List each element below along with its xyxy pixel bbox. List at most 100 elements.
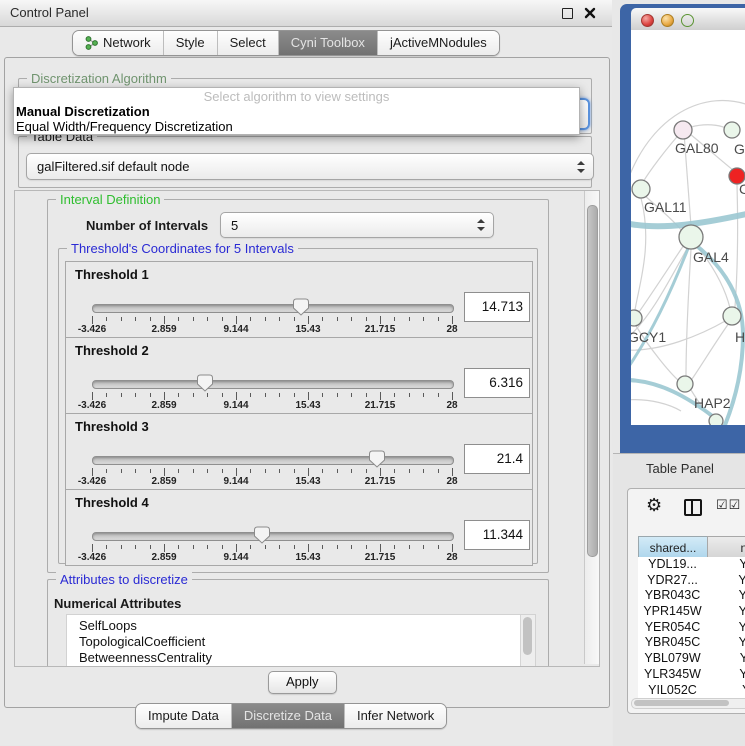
number-of-intervals-label: Number of Intervals bbox=[86, 218, 208, 233]
node-label: GAL4 bbox=[693, 249, 729, 265]
tab-label: Infer Network bbox=[357, 708, 434, 723]
bottom-tabs: Impute Data Discretize Data Infer Networ… bbox=[135, 703, 447, 729]
threshold-4-panel: Threshold 4 -3.4262.8599.14415.4321.7152… bbox=[65, 489, 533, 566]
table-row[interactable]: YBR043CYBR0 bbox=[638, 588, 745, 604]
slider-handle[interactable] bbox=[293, 298, 309, 316]
threshold-label: Threshold 4 bbox=[75, 495, 149, 510]
table-row[interactable]: YIL052CYIL0 bbox=[638, 683, 745, 699]
tab-select[interactable]: Select bbox=[218, 31, 279, 55]
tab-network[interactable]: Network bbox=[73, 31, 164, 55]
tab-style[interactable]: Style bbox=[164, 31, 218, 55]
network-icon bbox=[85, 36, 98, 50]
table-body: YDL19...YDL1YDR27...YDR2YBR043CYBR0YPR14… bbox=[638, 557, 745, 698]
panel-title: Control Panel bbox=[10, 5, 89, 20]
tab-label: Discretize Data bbox=[244, 708, 332, 723]
thresholds-group: Threshold's Coordinates for 5 Intervals … bbox=[58, 248, 538, 564]
network-node[interactable] bbox=[631, 310, 642, 326]
horizontal-scrollbar[interactable] bbox=[631, 698, 745, 709]
threshold-slider-track[interactable] bbox=[92, 532, 454, 541]
tab-jactivemnodules[interactable]: jActiveMNodules bbox=[378, 31, 499, 55]
vertical-scrollbar[interactable] bbox=[584, 191, 599, 664]
number-of-intervals-combobox[interactable]: 5 bbox=[220, 212, 494, 238]
slider-tick-labels: -3.4262.8599.14415.4321.71528 bbox=[92, 324, 452, 335]
node-label: C bbox=[739, 181, 745, 197]
threshold-value-field[interactable]: 6.316 bbox=[464, 368, 530, 398]
threshold-1-panel: Threshold 1 -3.4262.8599.14415.4321.7152… bbox=[65, 261, 533, 338]
minimize-traffic-light[interactable] bbox=[661, 14, 674, 27]
slider-handle[interactable] bbox=[369, 450, 385, 468]
table-row[interactable]: YBL079WYBL0 bbox=[638, 651, 745, 667]
tab-impute-data[interactable]: Impute Data bbox=[136, 704, 232, 728]
dropdown-option-equal-width[interactable]: Equal Width/Frequency Discretization bbox=[14, 119, 579, 134]
column-header-name[interactable]: name bbox=[707, 536, 745, 559]
threshold-label: Threshold 2 bbox=[75, 343, 149, 358]
tab-label: Impute Data bbox=[148, 708, 219, 723]
table-row[interactable]: YPR145WYPR1 bbox=[638, 604, 745, 620]
table-data-combobox[interactable]: galFiltered.sif default node bbox=[26, 153, 594, 180]
threshold-value-field[interactable]: 21.4 bbox=[464, 444, 530, 474]
list-scrollbar[interactable] bbox=[520, 615, 535, 667]
table-row[interactable]: YLR345WYLR3 bbox=[638, 667, 745, 683]
node-label: H bbox=[735, 329, 745, 345]
threshold-slider-track[interactable] bbox=[92, 456, 454, 465]
tab-infer-network[interactable]: Infer Network bbox=[345, 704, 446, 728]
node-label: HAP2 bbox=[694, 395, 731, 411]
algorithm-dropdown-popup: Select algorithm to view settings Manual… bbox=[13, 87, 580, 135]
list-item[interactable]: BetweennessCentrality bbox=[67, 650, 535, 666]
numerical-attributes-label: Numerical Attributes bbox=[54, 596, 181, 611]
network-node[interactable] bbox=[709, 414, 723, 425]
close-traffic-light[interactable] bbox=[641, 14, 654, 27]
float-window-icon[interactable] bbox=[562, 8, 573, 19]
split-table-icon[interactable] bbox=[684, 499, 702, 516]
network-node[interactable] bbox=[723, 307, 741, 325]
combo-arrows-icon bbox=[577, 161, 585, 173]
table-panel: ⚙ ☑☑ shared... name YDL19...YDL1YDR27...… bbox=[627, 488, 745, 714]
tab-label: Style bbox=[176, 35, 205, 50]
table-row[interactable]: YDL19...YDL1 bbox=[638, 557, 745, 573]
network-node[interactable] bbox=[724, 122, 740, 138]
tab-label: Select bbox=[230, 35, 266, 50]
slider-handle[interactable] bbox=[197, 374, 213, 392]
group-title: Discretization Algorithm bbox=[27, 71, 171, 86]
node-label: GAL11 bbox=[644, 199, 687, 215]
gear-icon[interactable]: ⚙ bbox=[646, 495, 662, 515]
numerical-attributes-list: SelfLoops TopologicalCoefficient Between… bbox=[66, 614, 536, 667]
apply-button[interactable]: Apply bbox=[268, 671, 337, 694]
threshold-slider-track[interactable] bbox=[92, 304, 454, 313]
table-row[interactable]: YDR27...YDR2 bbox=[638, 573, 745, 589]
checkbox-icons[interactable]: ☑☑ bbox=[716, 497, 741, 513]
tab-label: Cyni Toolbox bbox=[291, 35, 365, 50]
threshold-value-field[interactable]: 11.344 bbox=[464, 520, 530, 550]
tab-label: Network bbox=[103, 35, 151, 50]
slider-tick-labels: -3.4262.8599.14415.4321.71528 bbox=[92, 400, 452, 411]
network-node[interactable] bbox=[674, 121, 692, 139]
threshold-label: Threshold 3 bbox=[75, 419, 149, 434]
table-panel-title: Table Panel bbox=[646, 461, 714, 476]
threshold-slider-track[interactable] bbox=[92, 380, 454, 389]
list-item[interactable]: SelfLoops bbox=[67, 618, 535, 634]
interval-definition-group: Interval Definition Number of Intervals … bbox=[47, 199, 549, 573]
column-header-shared-name[interactable]: shared... bbox=[638, 536, 708, 559]
network-node[interactable] bbox=[679, 225, 703, 249]
network-node[interactable] bbox=[677, 376, 693, 392]
tab-discretize-data[interactable]: Discretize Data bbox=[232, 704, 345, 728]
group-title: Interval Definition bbox=[56, 192, 164, 207]
zoom-traffic-light[interactable] bbox=[681, 14, 694, 27]
table-row[interactable]: YER054CYER0 bbox=[638, 620, 745, 636]
threshold-label: Threshold 1 bbox=[75, 267, 149, 282]
close-icon[interactable] bbox=[584, 7, 596, 19]
node-label: G bbox=[734, 141, 745, 157]
slider-handle[interactable] bbox=[254, 526, 270, 544]
network-canvas[interactable]: GAL80GCGAL11GAL4HGCY1HAP2 bbox=[631, 30, 745, 425]
dropdown-hint: Select algorithm to view settings bbox=[14, 88, 579, 104]
table-row[interactable]: YBR045CYBR0 bbox=[638, 635, 745, 651]
dropdown-option-manual[interactable]: Manual Discretization bbox=[14, 104, 579, 119]
network-node[interactable] bbox=[632, 180, 650, 198]
tab-cyni-toolbox[interactable]: Cyni Toolbox bbox=[279, 31, 378, 55]
list-item[interactable]: TopologicalCoefficient bbox=[67, 634, 535, 650]
slider-tick-labels: -3.4262.8599.14415.4321.71528 bbox=[92, 552, 452, 563]
combo-arrows-icon bbox=[477, 219, 485, 231]
threshold-3-panel: Threshold 3 -3.4262.8599.14415.4321.7152… bbox=[65, 413, 533, 490]
group-title: Threshold's Coordinates for 5 Intervals bbox=[67, 241, 298, 256]
threshold-value-field[interactable]: 14.713 bbox=[464, 292, 530, 322]
